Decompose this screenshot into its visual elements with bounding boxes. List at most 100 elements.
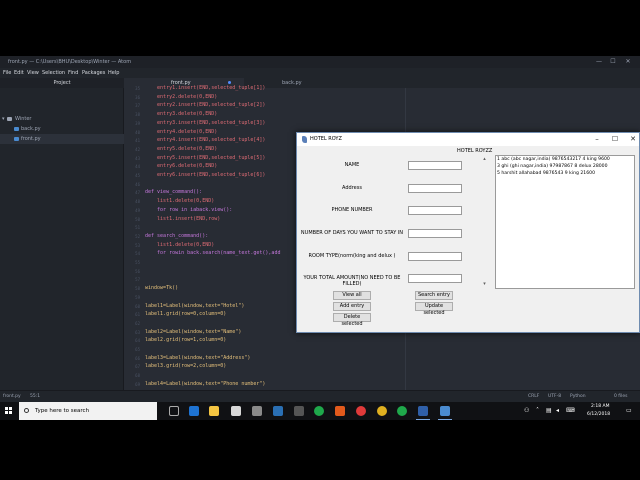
taskbar-search-box[interactable]: Type here to search (19, 402, 157, 420)
maximize-icon[interactable]: ☐ (605, 133, 625, 146)
code-line[interactable]: def view_command(): (145, 189, 202, 195)
chrome-icon[interactable] (377, 406, 387, 416)
address-label: Address (342, 185, 362, 191)
code-line[interactable]: for rowin back.search(name_text.get(),ad… (145, 250, 280, 256)
menu-find[interactable]: Find (68, 68, 78, 78)
line-number: 64 (135, 338, 140, 344)
days-entry[interactable] (408, 229, 462, 238)
volume-icon[interactable]: ◂ (556, 407, 559, 414)
code-line[interactable]: list1.delete(0,END) (145, 242, 214, 248)
code-line[interactable]: entry6.delete(0,END) (145, 163, 217, 169)
line-number: 60 (135, 303, 140, 309)
status-encoding[interactable]: UTF-8 (548, 391, 561, 402)
maximize-icon[interactable]: ☐ (606, 56, 620, 68)
line-number: 55 (135, 260, 140, 265)
code-line[interactable]: label3.grid(row=2,column=0) (145, 363, 226, 369)
windows-taskbar: Type here to search ⚇ ˄ ▤ ◂ ⌨ 2:18 AM 6/… (0, 402, 640, 420)
view-all-button[interactable]: View all (333, 291, 371, 300)
list-item[interactable]: 1 abc (abc nagar,india) 9876543217 4 kin… (497, 157, 610, 162)
menu-help[interactable]: Help (108, 68, 119, 78)
tk-body: HOTEL ROYZZ NAME Address PHONE NUMBER NU… (297, 146, 639, 332)
code-line[interactable]: label4=Label(window,text="Phone number") (145, 381, 265, 387)
code-line[interactable]: entry4.insert(END,selected_tuple[4]) (145, 137, 265, 143)
bookings-listbox[interactable]: 1 abc (abc nagar,india) 9876543217 4 kin… (495, 155, 635, 289)
task-view-icon[interactable] (169, 406, 179, 416)
opera-icon[interactable] (356, 406, 366, 416)
menu-selection[interactable]: Selection (42, 68, 65, 78)
atom-window-title: front.py — C:\Users\BHU\Desktop\Winter —… (8, 59, 132, 65)
app-icon[interactable] (335, 406, 345, 416)
status-cursor-position[interactable]: 55:1 (30, 391, 40, 402)
status-grammar[interactable]: Python (570, 391, 586, 402)
language-icon[interactable]: ⌨ (566, 407, 575, 414)
app-icon[interactable] (397, 406, 407, 416)
status-line-ending[interactable]: CRLF (528, 391, 539, 402)
code-line[interactable]: entry3.insert(END,selected_tuple[3]) (145, 120, 265, 126)
code-line[interactable]: entry5.insert(END,selected_tuple[5]) (145, 155, 265, 161)
add-entry-button[interactable]: Add entry (333, 302, 371, 311)
menu-edit[interactable]: Edit (14, 68, 24, 78)
close-icon[interactable]: ✕ (621, 56, 635, 68)
scroll-down-icon[interactable]: ▾ (474, 280, 495, 289)
file-explorer-icon[interactable] (209, 406, 219, 416)
start-button[interactable] (0, 402, 18, 420)
notification-icon[interactable]: ▭ (626, 407, 632, 414)
name-entry[interactable] (408, 161, 462, 170)
code-line[interactable]: label1.grid(row=0,column=0) (145, 311, 226, 317)
code-line[interactable]: entry3.delete(0,END) (145, 111, 217, 117)
scroll-up-icon[interactable]: ▴ (474, 155, 495, 164)
line-number: 48 (135, 199, 140, 205)
status-files[interactable]: 0 files (614, 391, 628, 402)
menu-packages[interactable]: Packages (82, 68, 105, 78)
edge-icon[interactable] (189, 406, 199, 416)
code-line[interactable]: def search_command(): (145, 233, 208, 239)
phone-entry[interactable] (408, 206, 462, 215)
listbox-scrollbar[interactable]: ▴ ▾ (474, 155, 495, 289)
tree-file-front[interactable]: front.py (0, 134, 124, 144)
powershell-icon[interactable] (416, 406, 430, 420)
code-line[interactable]: entry5.delete(0,END) (145, 146, 217, 152)
tree-folder-winter[interactable]: ▾ Winter (0, 114, 124, 124)
search-icon (24, 408, 29, 413)
minimize-icon[interactable]: — (592, 56, 606, 68)
minimize-icon[interactable]: – (587, 133, 607, 146)
app-icon[interactable] (314, 406, 324, 416)
list-item[interactable]: 3 ghi (ghi nagar,india) 97987867 8 delux… (497, 164, 608, 169)
code-line[interactable]: entry2.insert(END,selected_tuple[2]) (145, 102, 265, 108)
people-icon[interactable]: ⚇ (524, 407, 529, 414)
code-line[interactable]: label3=Label(window,text="Address") (145, 355, 250, 361)
code-line[interactable]: window=Tk() (145, 285, 178, 291)
clock-date[interactable]: 6/12/2018 (587, 412, 610, 417)
python-icon[interactable] (438, 406, 452, 420)
code-line[interactable]: entry2.delete(0,END) (145, 94, 217, 100)
code-line[interactable]: list1.insert(END,row) (145, 216, 220, 222)
tree-file-back[interactable]: back.py (0, 124, 124, 134)
app-icon[interactable] (294, 406, 304, 416)
list-item[interactable]: 5 harshit allahabad 9876543 9 king 21600 (497, 171, 595, 176)
clock-time[interactable]: 2:18 AM (591, 404, 610, 409)
store-icon[interactable] (231, 406, 241, 416)
address-entry[interactable] (408, 184, 462, 193)
menu-file[interactable]: File (3, 68, 11, 78)
code-line[interactable]: entry1.insert(END,selected_tuple[1]) (145, 85, 265, 91)
update-selected-button[interactable]: Update selected (415, 302, 453, 316)
search-entry-button[interactable]: Search entry (415, 291, 453, 300)
chevron-up-icon[interactable]: ˄ (536, 407, 539, 414)
menu-view[interactable]: View (27, 68, 39, 78)
code-line[interactable]: label2=Label(window,text="Name") (145, 329, 241, 335)
code-line[interactable]: label1=Label(window,text="Hotel") (145, 303, 244, 309)
python-file-icon (14, 137, 19, 141)
code-line[interactable]: for row in iaback.view(): (145, 207, 232, 213)
app-icon[interactable] (252, 406, 262, 416)
delete-selected-button[interactable]: Delete selected (333, 313, 371, 327)
code-line[interactable]: entry6.insert(END,selected_tuple[6]) (145, 172, 265, 178)
room-type-entry[interactable] (408, 252, 462, 261)
close-icon[interactable]: ✕ (623, 133, 640, 146)
app-icon[interactable] (273, 406, 283, 416)
code-line[interactable]: list1.delete(0,END) (145, 198, 214, 204)
code-line[interactable]: entry4.delete(0,END) (145, 129, 217, 135)
code-line[interactable]: label2.grid(row=1,column=0) (145, 337, 226, 343)
total-amount-entry[interactable] (408, 274, 462, 283)
status-file[interactable]: front.py (3, 391, 21, 402)
network-icon[interactable]: ▤ (546, 407, 552, 414)
